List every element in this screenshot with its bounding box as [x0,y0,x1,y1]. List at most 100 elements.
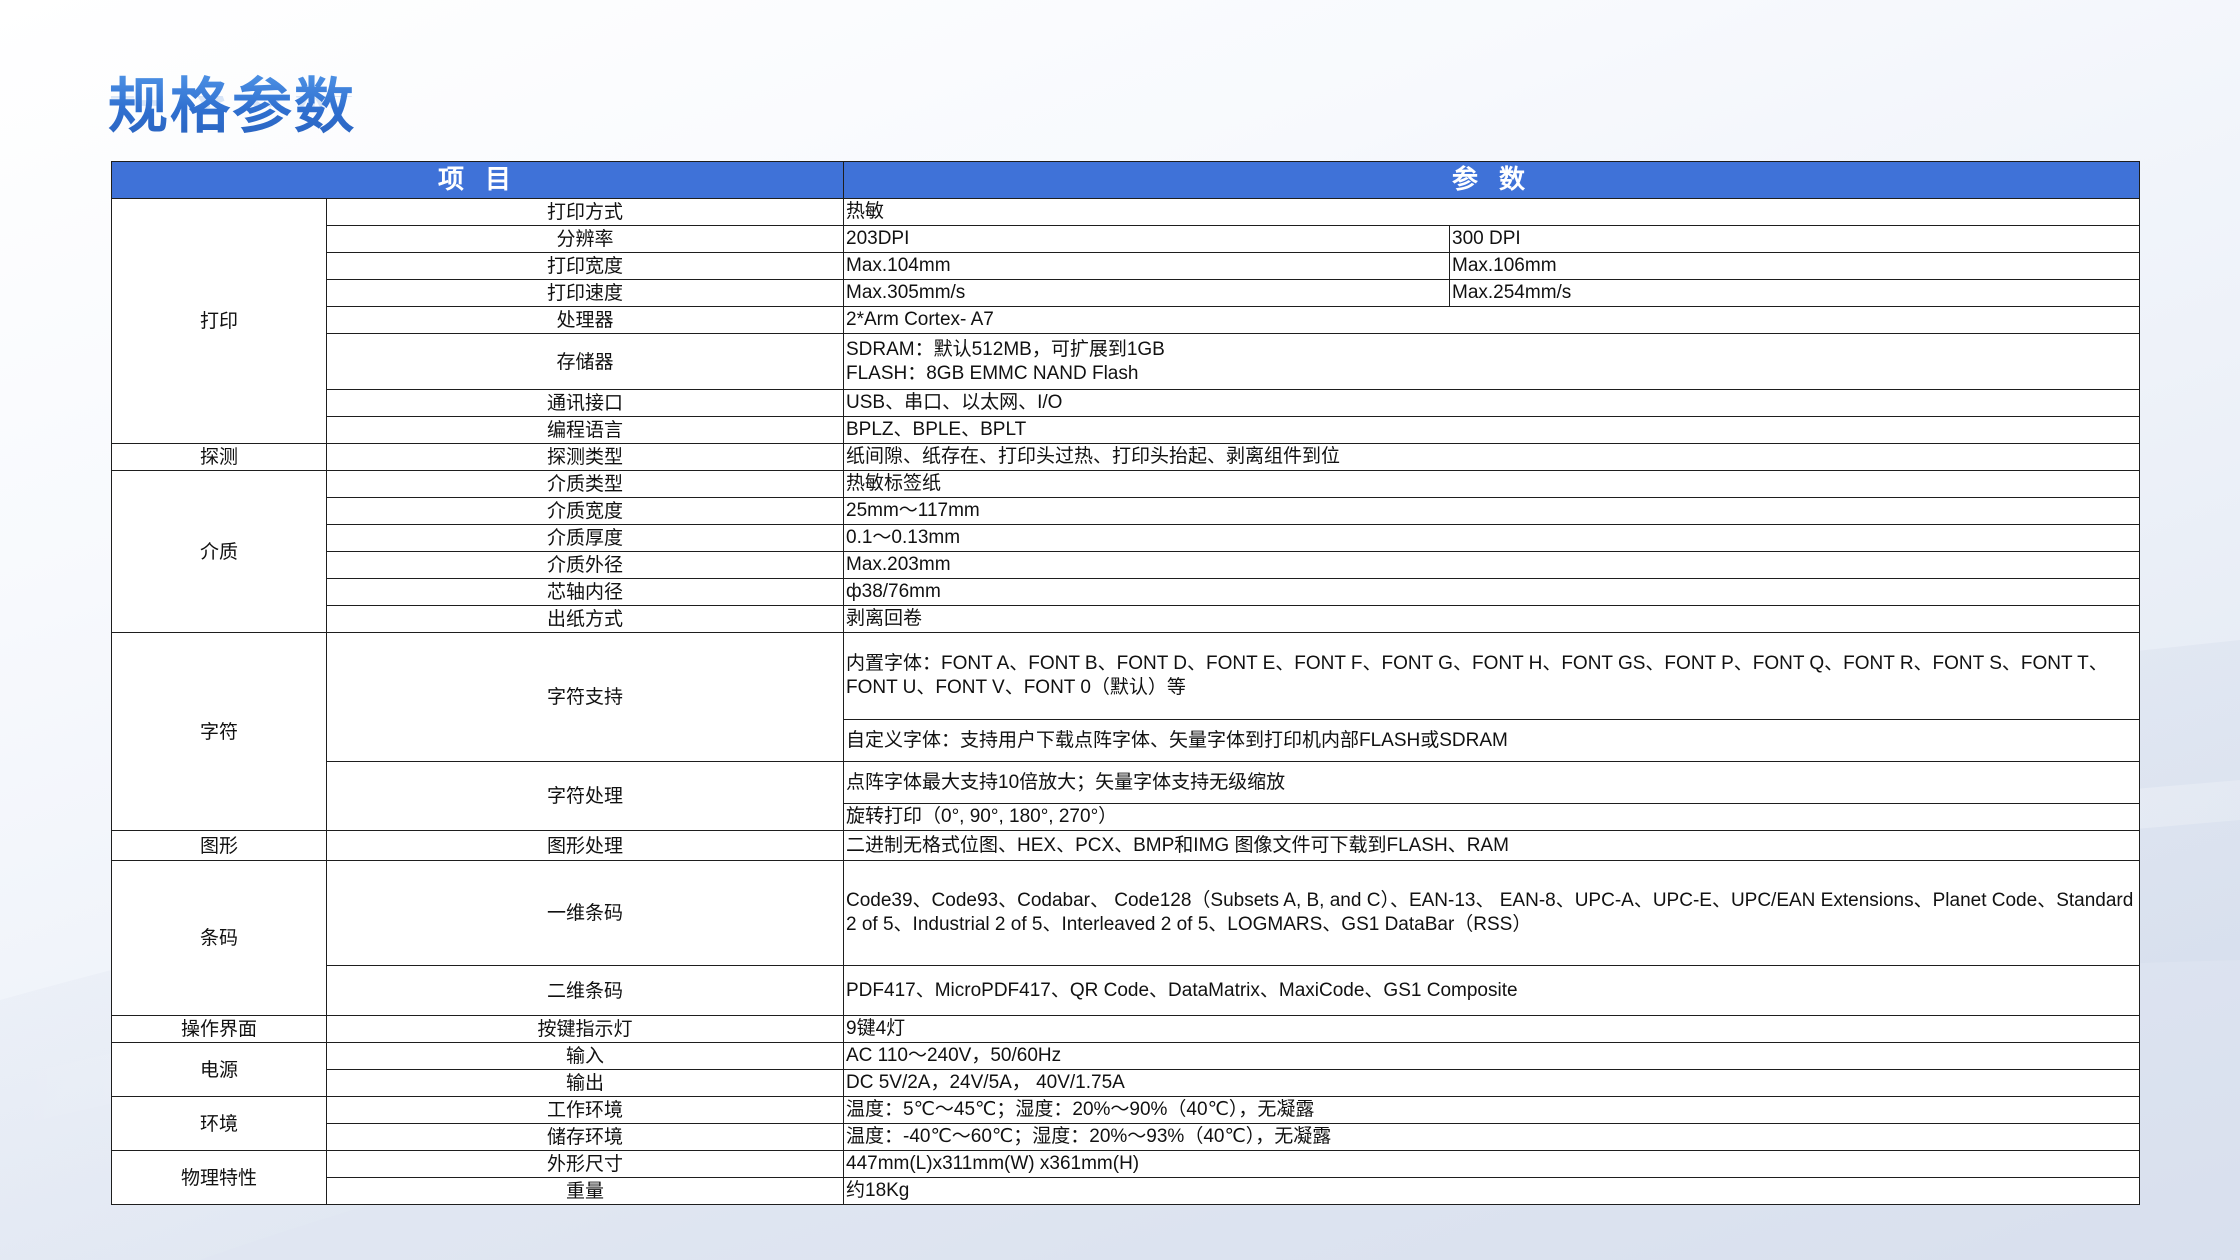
item-value: USB、串口、以太网、I/O [843,389,2140,417]
table-row: 电源 输入 AC 110～240V，50/60Hz [111,1042,2140,1097]
table-row: 操作界面 按键指示灯 9键4灯 [111,1015,2140,1043]
item-value: 温度：5℃～45℃；湿度：20%～90%（40℃），无凝露 [843,1096,2140,1124]
item-label: 按键指示灯 [326,1015,844,1043]
item-label: 储存环境 [326,1123,844,1151]
table-row: 输出 DC 5V/2A，24V/5A， 40V/1.75A [112,1069,2140,1097]
category-graphics: 图形 [111,830,327,861]
table-row: 重量 约18Kg [112,1177,2140,1205]
item-value-300dpi: Max.254mm/s [1449,279,2140,307]
table-row: 介质外径 Max.203mm [112,551,2140,579]
item-label: 打印宽度 [326,252,844,280]
item-label: 字符处理 [326,761,844,831]
item-label: 打印速度 [326,279,844,307]
category-media: 介质 [111,470,327,633]
item-value: 点阵字体最大支持10倍放大；矢量字体支持无级缩放 [843,761,2140,804]
item-value-300dpi: Max.106mm [1449,252,2140,280]
item-value: AC 110～240V，50/60Hz [843,1042,2140,1070]
item-label: 编程语言 [326,416,844,444]
item-label: 字符支持 [326,632,844,762]
item-label: 处理器 [326,306,844,334]
header-item: 项 目 [111,161,844,199]
item-label: 一维条码 [326,860,844,966]
category-barcode: 条码 [111,860,327,1016]
item-value: Code39、Code93、Codabar、 Code128（Subsets A… [843,860,2140,966]
table-row: 条码 一维条码 Code39、Code93、Codabar、 Code128（S… [111,860,2140,1016]
table-row: 字符处理 点阵字体最大支持10倍放大；矢量字体支持无级缩放 [112,761,2140,831]
item-label: 工作环境 [326,1096,844,1124]
item-value: 自定义字体：支持用户下载点阵字体、矢量字体到打印机内部FLASH或SDRAM [843,719,2140,762]
item-value: 纸间隙、纸存在、打印头过热、打印头抬起、剥离组件到位 [843,443,2140,471]
table-row: 通讯接口 USB、串口、以太网、I/O [112,389,2140,417]
item-value-300dpi: 300 DPI [1449,225,2140,253]
item-value: 9键4灯 [843,1015,2140,1043]
table-row: 环境 工作环境 温度：5℃～45℃；湿度：20%～90%（40℃），无凝露 [111,1096,2140,1151]
spec-table: 项 目 参 数 打印 打印方式 热敏 分辨率 203DPI 300 DPI 打印… [111,161,2140,1205]
table-row: 介质厚度 0.1～0.13mm [112,524,2140,552]
storage-flash: FLASH：8GB EMMC NAND Flash [846,362,1139,384]
item-label: 输入 [326,1042,844,1070]
item-value: BPLZ、BPLE、BPLT [843,416,2140,444]
item-label: 分辨率 [326,225,844,253]
item-label: 介质外径 [326,551,844,579]
table-row: 出纸方式 剥离回卷 [112,605,2140,633]
item-value: ф38/76mm [843,578,2140,606]
item-label: 芯轴内径 [326,578,844,606]
item-label: 出纸方式 [326,605,844,633]
item-value: 0.1～0.13mm [843,524,2140,552]
item-label: 二维条码 [326,965,844,1016]
item-label: 探测类型 [326,443,844,471]
table-row: 处理器 2*Arm Cortex- A7 [112,306,2140,334]
category-font: 字符 [111,632,327,831]
item-value: SDRAM：默认512MB，可扩展到1GB FLASH：8GB EMMC NAN… [843,333,2140,390]
category-ui: 操作界面 [111,1015,327,1043]
item-value: 温度：-40℃～60℃；湿度：20%～93%（40℃），无凝露 [843,1123,2140,1151]
table-row: 介质 介质类型 热敏标签纸 [111,470,2140,633]
item-label: 介质类型 [326,470,844,498]
table-row: 存储器 SDRAM：默认512MB，可扩展到1GB FLASH：8GB EMMC… [112,333,2140,390]
item-value: 剥离回卷 [843,605,2140,633]
item-value: 约18Kg [843,1177,2140,1205]
table-row: 打印 打印方式 热敏 [111,198,2140,444]
item-value: 二进制无格式位图、HEX、PCX、BMP和IMG 图像文件可下载到FLASH、R… [843,830,2140,861]
table-row: 芯轴内径 ф38/76mm [112,578,2140,606]
table-row: 储存环境 温度：-40℃～60℃；湿度：20%～93%（40℃），无凝露 [112,1123,2140,1151]
item-label: 存储器 [326,333,844,390]
category-power: 电源 [111,1042,327,1097]
item-value: PDF417、MicroPDF417、QR Code、DataMatrix、Ma… [843,965,2140,1016]
table-row: 图形 图形处理 二进制无格式位图、HEX、PCX、BMP和IMG 图像文件可下载… [111,830,2140,861]
table-row: 分辨率 203DPI 300 DPI [112,225,2140,253]
item-value: 2*Arm Cortex- A7 [843,306,2140,334]
item-value-203dpi: 203DPI [843,225,1450,253]
item-label: 介质宽度 [326,497,844,525]
header-param: 参 数 [843,161,2140,199]
item-label: 外形尺寸 [326,1150,844,1178]
item-value: DC 5V/2A，24V/5A， 40V/1.75A [843,1069,2140,1097]
table-row: 编程语言 BPLZ、BPLE、BPLT [112,416,2140,444]
item-value: 热敏 [843,198,2140,226]
item-value: Max.203mm [843,551,2140,579]
table-header-row: 项 目 参 数 [111,161,2140,199]
table-row: 打印宽度 Max.104mm Max.106mm [112,252,2140,280]
table-row: 二维条码 PDF417、MicroPDF417、QR Code、DataMatr… [112,965,2140,1016]
item-label: 介质厚度 [326,524,844,552]
item-value: 热敏标签纸 [843,470,2140,498]
item-value: 旋转打印（0°, 90°, 180°, 270°） [843,803,2140,831]
item-label: 输出 [326,1069,844,1097]
item-label: 通讯接口 [326,389,844,417]
page-title: 规格参数 [108,58,356,145]
table-row: 探测 探测类型 纸间隙、纸存在、打印头过热、打印头抬起、剥离组件到位 [111,443,2140,471]
item-value: 447mm(L)x311mm(W) x361mm(H) [843,1150,2140,1178]
item-label: 图形处理 [326,830,844,861]
item-value-203dpi: Max.305mm/s [843,279,1450,307]
item-value: 25mm～117mm [843,497,2140,525]
category-detect: 探测 [111,443,327,471]
category-environment: 环境 [111,1096,327,1151]
category-print: 打印 [111,198,327,444]
item-label: 打印方式 [326,198,844,226]
storage-sdram: SDRAM：默认512MB，可扩展到1GB [846,338,1165,360]
item-value: 内置字体：FONT A、FONT B、FONT D、FONT E、FONT F、… [843,632,2140,720]
table-row: 字符 字符支持 内置字体：FONT A、FONT B、FONT D、FONT E… [111,632,2140,831]
item-value-203dpi: Max.104mm [843,252,1450,280]
item-label: 重量 [326,1177,844,1205]
table-row: 物理特性 外形尺寸 447mm(L)x311mm(W) x361mm(H) [111,1150,2140,1205]
